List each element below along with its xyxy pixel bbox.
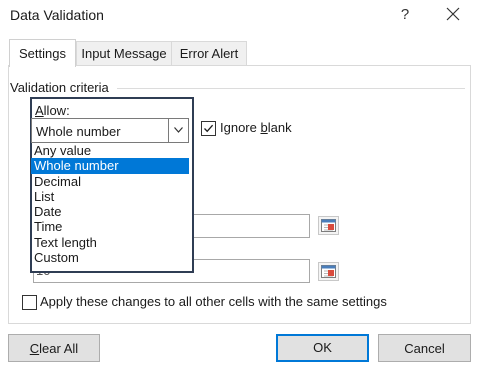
allow-selected-value: Whole number xyxy=(36,124,121,139)
tab-input-message[interactable]: Input Message xyxy=(76,41,172,66)
allow-option[interactable]: List xyxy=(31,189,189,204)
allow-label-accesskey: A xyxy=(35,103,44,118)
ignore-blank-prefix: Ignore xyxy=(220,120,261,135)
cancel-button[interactable]: Cancel xyxy=(378,334,471,362)
allow-option[interactable]: Date xyxy=(31,204,189,219)
range-selector-button-minimum[interactable] xyxy=(318,216,339,235)
allow-label-text: llow: xyxy=(43,103,70,118)
collapse-dialog-icon xyxy=(321,219,336,232)
apply-all-label: Apply these changes to all other cells w… xyxy=(40,294,387,309)
apply-all-checkbox[interactable] xyxy=(22,295,37,310)
clear-all-label: lear All xyxy=(39,341,79,356)
allow-label: Allow: xyxy=(35,103,70,118)
allow-option[interactable]: Any value xyxy=(31,143,189,158)
clear-all-button[interactable]: Clear All xyxy=(8,334,100,362)
close-icon xyxy=(446,7,460,21)
allow-option[interactable]: Custom xyxy=(31,250,189,265)
close-button[interactable] xyxy=(436,1,470,29)
allow-option[interactable]: Text length xyxy=(31,235,189,250)
checkmark-icon xyxy=(204,124,214,133)
range-selector-button-maximum[interactable] xyxy=(318,262,339,281)
allow-options-list: Any value Whole number Decimal List Date… xyxy=(31,143,189,265)
tab-error-alert[interactable]: Error Alert xyxy=(171,41,247,66)
collapse-dialog-icon xyxy=(321,265,336,278)
chevron-down-icon xyxy=(174,127,183,133)
allow-dropdown-button[interactable] xyxy=(168,119,188,142)
dialog-title: Data Validation xyxy=(10,7,104,23)
ok-button[interactable]: OK xyxy=(276,334,369,362)
validation-criteria-label: Validation criteria xyxy=(10,80,109,95)
ignore-blank-text: lank xyxy=(267,120,292,135)
ignore-blank-checkbox[interactable] xyxy=(201,121,216,136)
tab-settings[interactable]: Settings xyxy=(9,39,76,67)
allow-option-selected[interactable]: Whole number xyxy=(31,158,189,174)
allow-option[interactable]: Decimal xyxy=(31,174,189,189)
allow-select[interactable]: Whole number xyxy=(31,118,189,143)
ignore-blank-accesskey: b xyxy=(260,120,268,135)
help-button[interactable]: ? xyxy=(392,2,418,28)
group-divider xyxy=(117,88,465,89)
clear-all-accesskey: C xyxy=(29,341,40,356)
ignore-blank-label: Ignore blank xyxy=(220,120,292,135)
allow-option[interactable]: Time xyxy=(31,219,189,234)
minimum-input[interactable] xyxy=(190,214,310,238)
